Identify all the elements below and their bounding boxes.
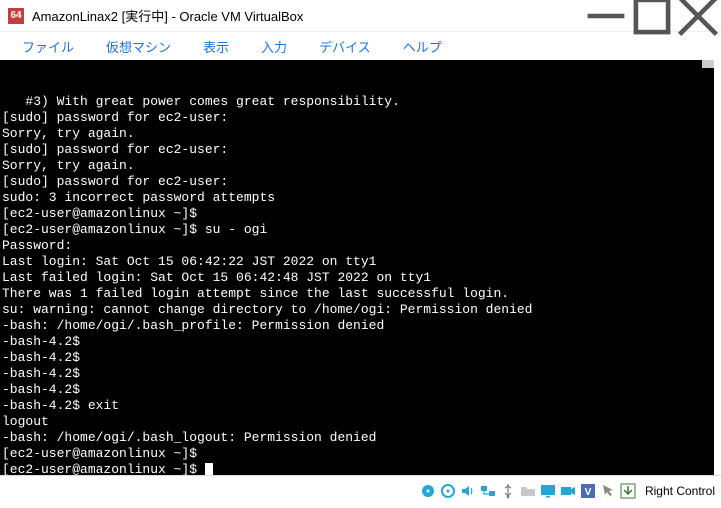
maximize-button[interactable] xyxy=(629,0,675,32)
window-title: AmazonLinax2 [実行中] - Oracle VM VirtualBo… xyxy=(32,6,303,25)
shared-folders-icon[interactable] xyxy=(519,482,537,500)
terminal-line: -bash: /home/ogi/.bash_profile: Permissi… xyxy=(2,318,712,334)
audio-icon[interactable] xyxy=(459,482,477,500)
svg-text:V: V xyxy=(585,487,592,498)
host-key-label[interactable]: Right Control xyxy=(645,484,715,498)
terminal-scrollbar[interactable] xyxy=(702,60,716,68)
terminal-line: [ec2-user@amazonlinux ~]$ su - ogi xyxy=(2,222,712,238)
terminal-line: Sorry, try again. xyxy=(2,158,712,174)
virtualization-icon[interactable]: V xyxy=(579,482,597,500)
menu-view[interactable]: 表示 xyxy=(189,34,243,59)
terminal-line: su: warning: cannot change directory to … xyxy=(2,302,712,318)
minimize-button[interactable] xyxy=(583,0,629,32)
terminal-line: -bash-4.2$ exit xyxy=(2,398,712,414)
terminal-line: [ec2-user@amazonlinux ~]$ xyxy=(2,446,712,462)
keyboard-capture-icon[interactable] xyxy=(619,482,637,500)
network-icon[interactable] xyxy=(479,482,497,500)
terminal-line: -bash-4.2$ xyxy=(2,350,712,366)
menu-file[interactable]: ファイル xyxy=(8,34,88,59)
optical-drive-icon[interactable] xyxy=(439,482,457,500)
terminal-line: logout xyxy=(2,414,712,430)
terminal-line: There was 1 failed login attempt since t… xyxy=(2,286,712,302)
terminal-line: Password: xyxy=(2,238,712,254)
virtualbox-icon: 64 xyxy=(8,8,24,24)
titlebar: 64 AmazonLinax2 [実行中] - Oracle VM Virtua… xyxy=(0,0,721,32)
menu-devices[interactable]: デバイス xyxy=(305,34,385,59)
terminal-line: Last login: Sat Oct 15 06:42:22 JST 2022… xyxy=(2,254,712,270)
terminal-line: -bash-4.2$ xyxy=(2,382,712,398)
terminal-line: Sorry, try again. xyxy=(2,126,712,142)
recording-icon[interactable] xyxy=(559,482,577,500)
display-icon[interactable] xyxy=(539,482,557,500)
terminal-line: [sudo] password for ec2-user: xyxy=(2,174,712,190)
guest-terminal[interactable]: #3) With great power comes great respons… xyxy=(0,60,717,475)
menu-help[interactable]: ヘルプ xyxy=(389,34,456,59)
terminal-cursor xyxy=(205,463,213,475)
terminal-line: [ec2-user@amazonlinux ~]$ xyxy=(2,462,712,475)
menu-machine[interactable]: 仮想マシン xyxy=(92,34,185,59)
terminal-line: [sudo] password for ec2-user: xyxy=(2,142,712,158)
terminal-line: sudo: 3 incorrect password attempts xyxy=(2,190,712,206)
terminal-line: -bash-4.2$ xyxy=(2,334,712,350)
terminal-line: -bash: /home/ogi/.bash_logout: Permissio… xyxy=(2,430,712,446)
terminal-line: [sudo] password for ec2-user: xyxy=(2,110,712,126)
statusbar: V Right Control xyxy=(0,475,721,505)
close-button[interactable] xyxy=(675,0,721,32)
hard-disk-icon[interactable] xyxy=(419,482,437,500)
terminal-line: Last failed login: Sat Oct 15 06:42:48 J… xyxy=(2,270,712,286)
usb-icon[interactable] xyxy=(499,482,517,500)
menu-input[interactable]: 入力 xyxy=(247,34,301,59)
mouse-integration-icon[interactable] xyxy=(599,482,617,500)
terminal-line: -bash-4.2$ xyxy=(2,366,712,382)
terminal-line: [ec2-user@amazonlinux ~]$ xyxy=(2,206,712,222)
terminal-line: #3) With great power comes great respons… xyxy=(2,94,712,110)
